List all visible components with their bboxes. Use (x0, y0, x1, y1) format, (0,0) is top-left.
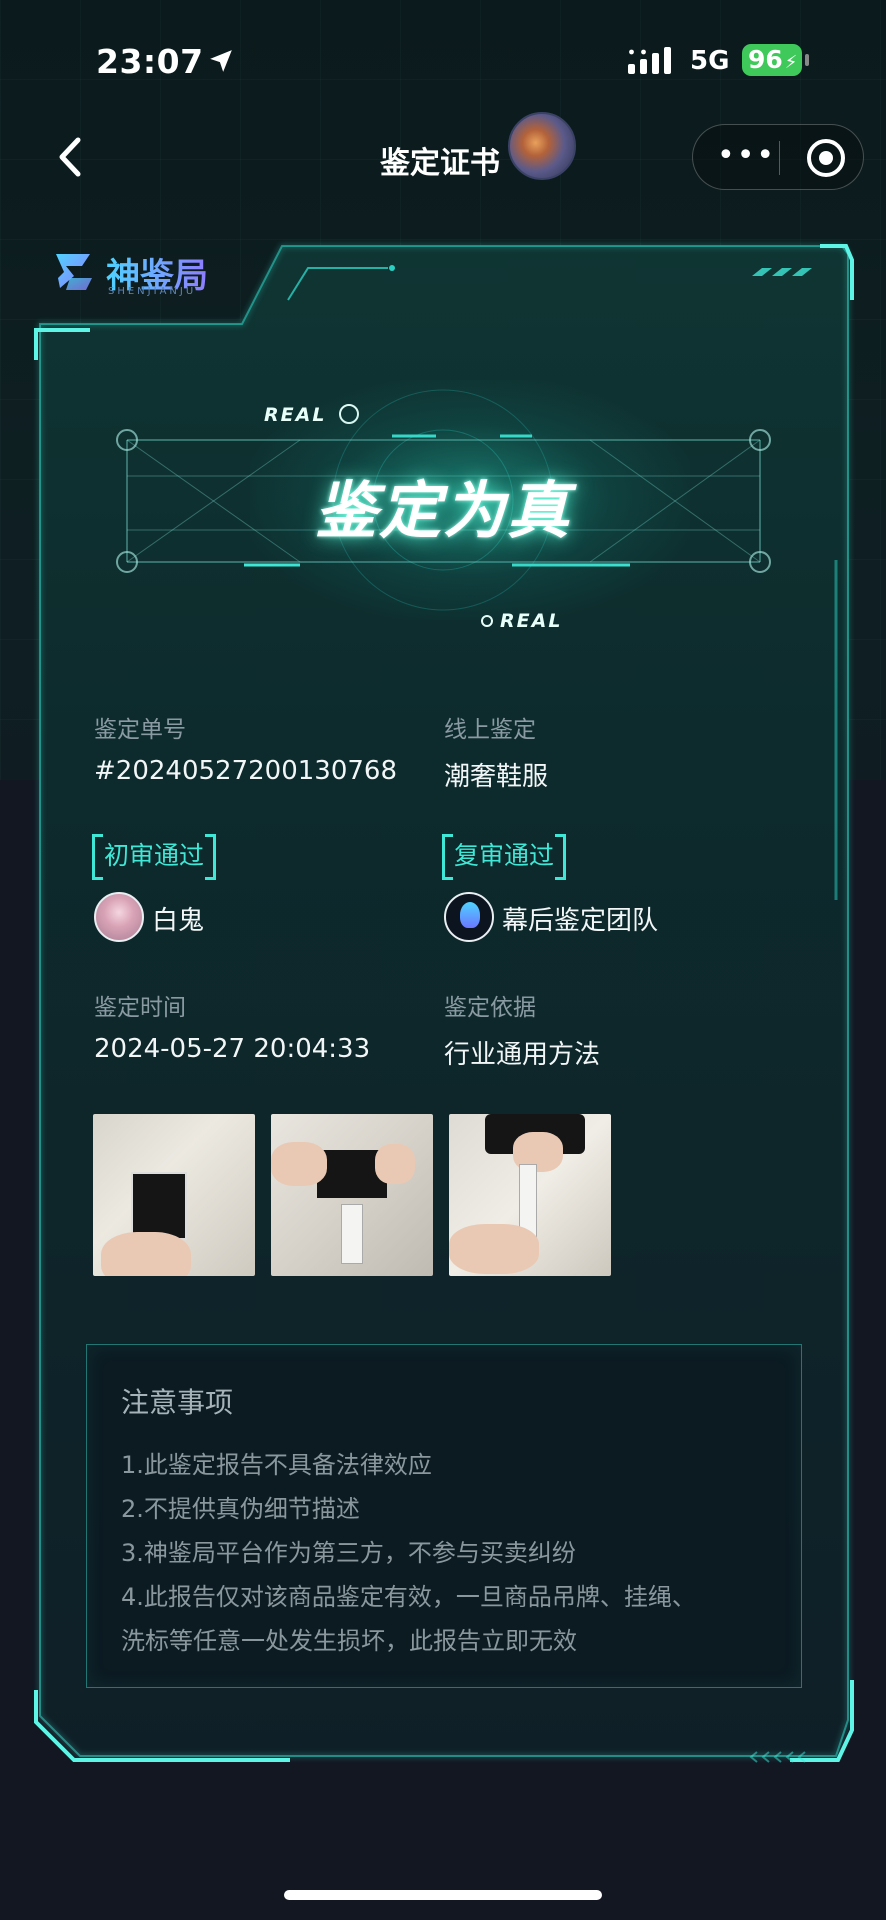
hand (101, 1232, 191, 1276)
appraisal-basis-value: 行业通用方法 (444, 1040, 601, 1070)
appraisal-basis-label: 鉴定依据 (444, 995, 536, 1021)
white-tag (341, 1204, 363, 1264)
appraisal-type-label: 线上鉴定 (444, 717, 536, 743)
appraisal-time-value: 2024-05-27 20:04:33 (94, 1034, 371, 1064)
order-number-label: 鉴定单号 (94, 717, 186, 743)
order-number-value: #20240527200130768 (94, 756, 397, 786)
garment-label (131, 1172, 187, 1240)
real-tag-top: REAL (264, 404, 327, 426)
brand-logo-block: 神鉴局 SHENJIANJU (50, 244, 250, 300)
photo-care-tag[interactable] (271, 1114, 433, 1276)
first-reviewer-name: 白鬼 (152, 906, 205, 936)
hand (271, 1142, 327, 1186)
real-tag-bottom: REAL (500, 610, 563, 632)
shield-logo-icon (56, 254, 92, 290)
second-review-badge: 复审通过 (442, 834, 567, 880)
hand (375, 1144, 415, 1184)
first-review-badge: 初审通过 (92, 834, 217, 880)
notice-line-5: 洗标等任意一处发生损坏，此报告立即无效 (121, 1627, 577, 1655)
notice-line-3: 3.神鉴局平台作为第三方，不参与买卖纠纷 (121, 1539, 576, 1567)
photo-tag-detail[interactable] (449, 1114, 611, 1276)
second-reviewer-avatar (444, 892, 494, 942)
appraisal-time-label: 鉴定时间 (94, 995, 186, 1021)
notice-line-1: 1.此鉴定报告不具备法律效应 (121, 1451, 432, 1479)
appraisal-type-value: 潮奢鞋服 (444, 762, 549, 792)
authentication-result: 鉴定为真 (314, 474, 571, 547)
notice-title: 注意事项 (121, 1386, 234, 1419)
home-indicator[interactable] (284, 1890, 602, 1900)
notice-line-2: 2.不提供真伪细节描述 (121, 1495, 360, 1523)
first-reviewer-avatar (94, 892, 144, 942)
second-reviewer-name: 幕后鉴定团队 (502, 906, 659, 936)
team-logo-icon (460, 902, 480, 928)
notice-box: 注意事项 1.此鉴定报告不具备法律效应 2.不提供真伪细节描述 3.神鉴局平台作… (86, 1344, 802, 1688)
brand-subtitle: SHENJIANJU (108, 286, 197, 297)
notice-line-4: 4.此报告仅对该商品鉴定有效，一旦商品吊牌、挂绳、 (121, 1583, 696, 1611)
hand (449, 1224, 539, 1274)
photo-label-front[interactable] (93, 1114, 255, 1276)
